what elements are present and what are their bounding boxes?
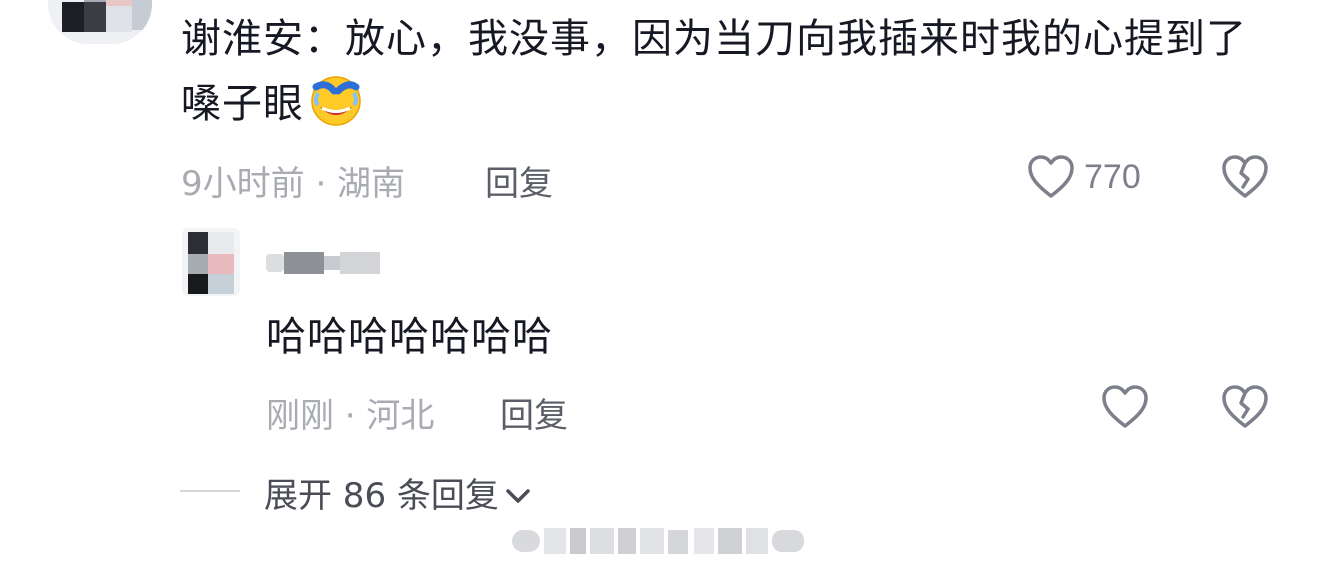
comment-meta: 9小时前 · 湖南 (181, 164, 406, 204)
reply-text: 哈哈哈哈哈哈哈 (266, 314, 553, 360)
heart-icon[interactable] (1100, 384, 1150, 434)
broken-heart-icon[interactable] (1220, 154, 1270, 204)
broken-heart-icon[interactable] (1220, 384, 1270, 434)
expand-replies-button[interactable]: 展开 86 条回复 (264, 468, 531, 517)
like-count: 770 (1084, 158, 1141, 196)
reply-avatar[interactable] (182, 228, 240, 296)
laughing-crying-emoji-icon (308, 71, 364, 146)
comment-text: 谢淮安：放心，我没事，因为当刀向我插来时我的心提到了嗓子眼 (181, 7, 1281, 146)
expand-label: 展开 86 条回复 (264, 476, 499, 516)
chevron-down-icon (505, 474, 531, 514)
reply-reply-button[interactable]: 回复 (500, 388, 568, 437)
reply-button[interactable]: 回复 (485, 156, 553, 205)
avatar[interactable] (48, 0, 152, 44)
watermark-blurred (512, 524, 808, 556)
reply-username-blurred[interactable] (266, 250, 394, 276)
heart-icon[interactable] (1026, 154, 1076, 204)
divider (180, 490, 240, 492)
reply-meta: 刚刚 · 河北 (266, 396, 435, 436)
